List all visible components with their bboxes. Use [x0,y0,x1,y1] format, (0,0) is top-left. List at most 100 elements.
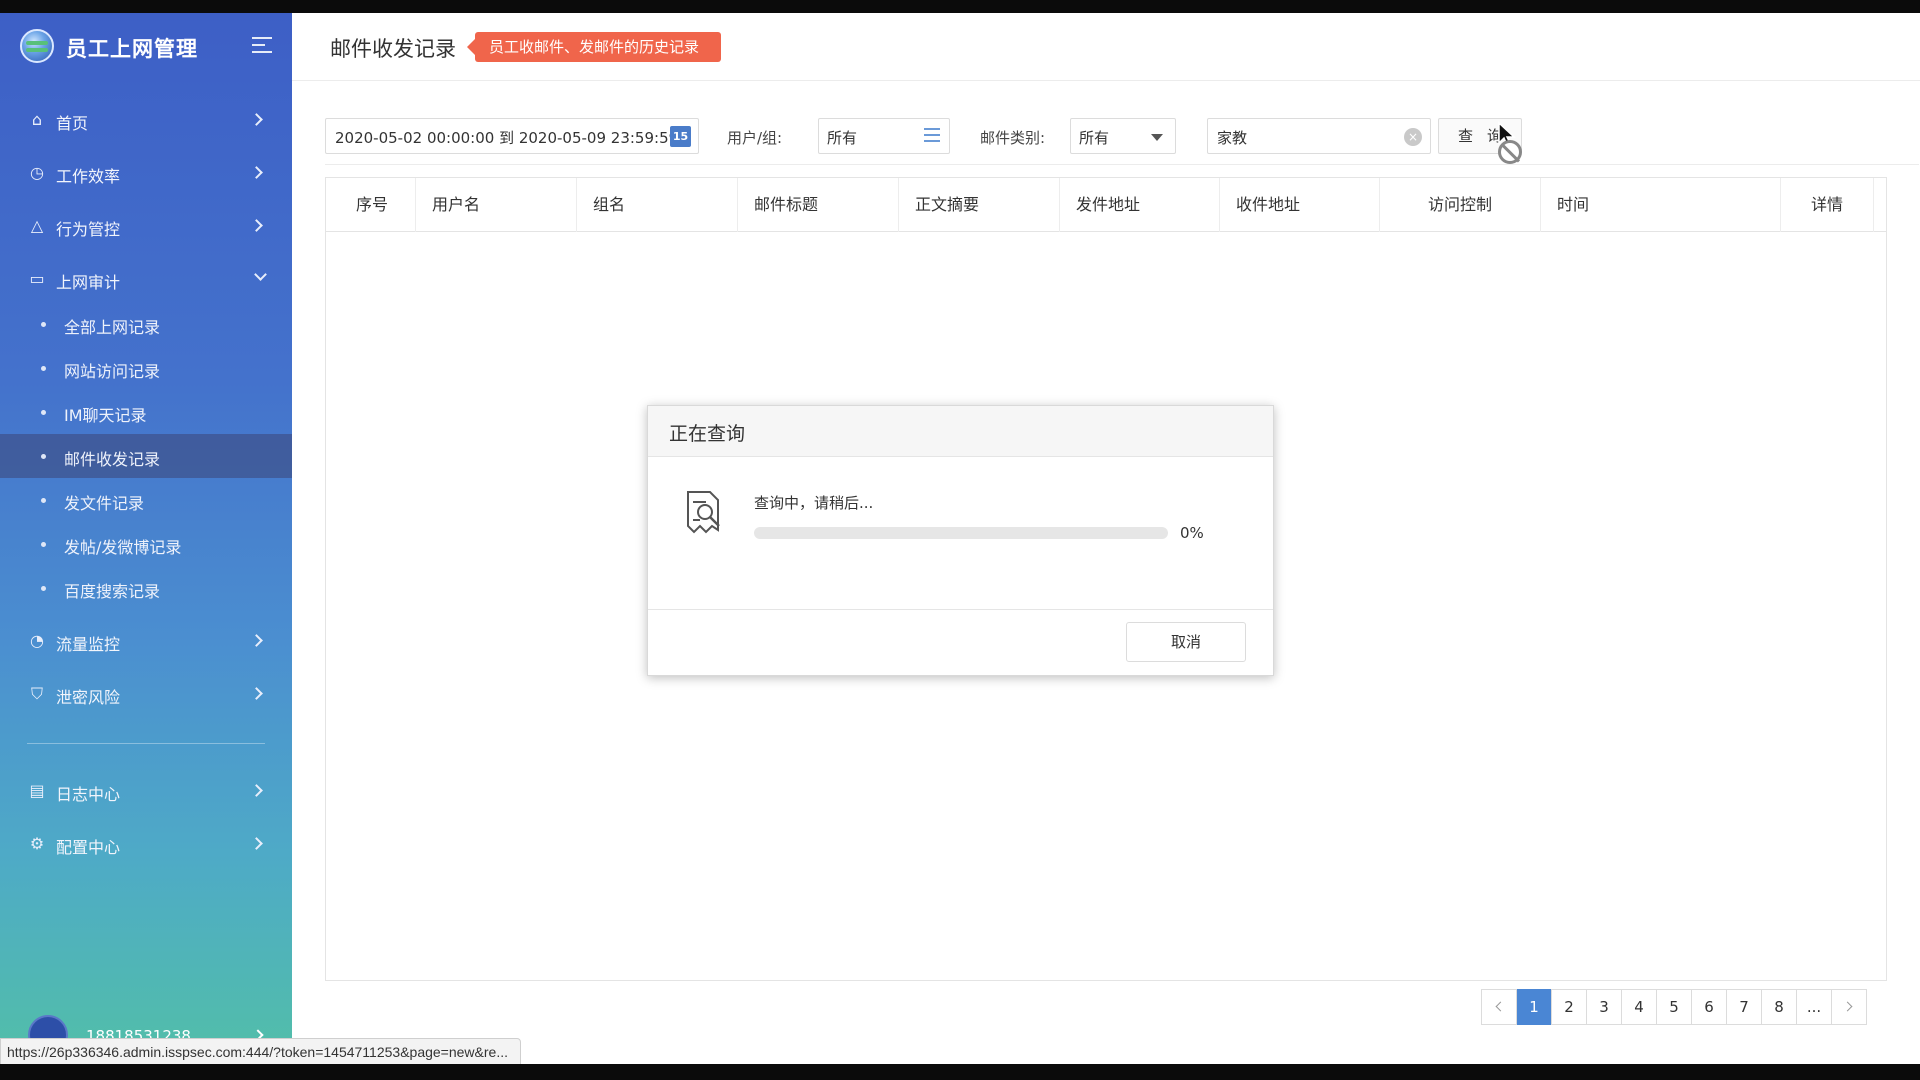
column-header[interactable]: 时间 [1541,178,1781,232]
home-icon: ⌂ [31,110,43,129]
sidebar-item-audit[interactable]: ▭ 上网审计 [0,254,292,304]
page-button[interactable]: 7 [1726,989,1762,1025]
keyword-search-input[interactable]: 家教 × [1207,118,1431,154]
column-header[interactable]: 组名 [577,178,738,232]
sidebar-subitem-label: 百度搜索记录 [64,582,161,601]
date-range-input[interactable]: 2020-05-02 00:00:00 到 2020-05-09 23:59:5… [325,118,699,154]
sidebar-item-label: 首页 [56,114,89,133]
table-header: 序号 用户名 组名 邮件标题 正文摘要 发件地址 收件地址 访问控制 时间 详情 [326,178,1886,232]
user-group-label: 用户/组: [727,129,783,147]
shield-icon: ⛉ [30,684,43,703]
column-header[interactable]: 用户名 [416,178,577,232]
filter-bar: 2020-05-02 00:00:00 到 2020-05-09 23:59:5… [292,81,1920,165]
chevron-right-icon [250,687,263,700]
sidebar-item-traffic[interactable]: ◔ 流量监控 [0,616,292,666]
window-top-bar [0,0,1920,13]
page-button[interactable]: 2 [1551,989,1587,1025]
bullet-icon [41,542,46,547]
status-url: https://26p336346.admin.isspsec.com:444/… [0,1038,521,1066]
column-header[interactable]: 访问控制 [1380,178,1541,232]
column-header[interactable]: 正文摘要 [899,178,1060,232]
sidebar-subitem-posts[interactable]: 发帖/发微博记录 [0,522,292,566]
chevron-down-icon [254,268,267,281]
sidebar-subitem-label: 邮件收发记录 [64,450,161,469]
bullet-icon [41,454,46,459]
sidebar-item-behavior-control[interactable]: △ 行为管控 [0,201,292,251]
sidebar-item-efficiency[interactable]: ◷ 工作效率 [0,148,292,198]
chevron-right-icon [250,634,263,647]
sidebar-subitem-file-send[interactable]: 发文件记录 [0,478,292,522]
page-button[interactable]: 6 [1691,989,1727,1025]
not-allowed-icon [1498,140,1522,164]
triangle-icon: △ [30,216,44,235]
sidebar-subitem-label: IM聊天记录 [64,406,147,425]
mail-type-value: 所有 [1079,129,1110,147]
sidebar-item-log-center[interactable]: ▤ 日志中心 [0,766,292,816]
sidebar-item-label: 配置中心 [56,838,121,857]
bullet-icon [41,498,46,503]
sidebar-item-leak-risk[interactable]: ⛉ 泄密风险 [0,669,292,719]
sidebar-item-label: 行为管控 [56,220,121,239]
column-header[interactable]: 邮件标题 [738,178,899,232]
traffic-icon: ◔ [30,631,44,650]
prev-page-button[interactable] [1481,989,1517,1025]
bullet-icon [41,366,46,371]
sidebar-item-label: 流量监控 [56,635,121,654]
chevron-left-icon [1495,1001,1506,1012]
mail-type-label: 邮件类别: [980,129,1046,147]
sidebar: 员工上网管理 ⌂ 首页 ◷ 工作效率 △ 行为管控 ▭ 上网审计 全部上网记录 … [0,13,292,1064]
page-button[interactable]: 8 [1761,989,1797,1025]
column-header[interactable]: 序号 [326,178,416,232]
clear-icon[interactable]: × [1404,128,1422,146]
column-header[interactable]: 收件地址 [1220,178,1380,232]
sidebar-subitem-label: 全部上网记录 [64,318,161,337]
sidebar-item-label: 泄密风险 [56,688,121,707]
chevron-right-icon [1842,1001,1853,1012]
filter-divider [325,164,1919,165]
mail-type-select[interactable]: 所有 [1070,118,1176,154]
window-bottom-bar [0,1064,1920,1080]
user-group-select[interactable]: 所有 [818,118,950,154]
sidebar-item-label: 日志中心 [56,785,121,804]
progress-bar [754,527,1168,539]
page-button[interactable]: 5 [1656,989,1692,1025]
sidebar-item-config-center[interactable]: ⚙ 配置中心 [0,819,292,869]
gear-icon: ⚙ [29,834,45,853]
column-header[interactable]: 发件地址 [1060,178,1220,232]
sidebar-item-label: 上网审计 [56,273,121,292]
sidebar-subitem-baidu-search[interactable]: 百度搜索记录 [0,566,292,610]
user-group-value: 所有 [827,129,858,147]
sidebar-item-label: 工作效率 [56,167,121,186]
bullet-icon [41,586,46,591]
page-ellipsis[interactable]: ... [1796,989,1832,1025]
collapse-menu-icon[interactable] [252,37,272,55]
sidebar-subitem-label: 发帖/发微博记录 [64,538,182,557]
chevron-right-icon [250,113,263,126]
query-progress-dialog: 正在查询 查询中，请稍后... 0% 取消 [647,405,1274,676]
date-range-value: 2020-05-02 00:00:00 到 2020-05-09 23:59:5… [335,129,679,147]
cancel-button[interactable]: 取消 [1126,622,1246,662]
chevron-right-icon [250,784,263,797]
list-icon[interactable] [924,128,940,142]
app-title: 员工上网管理 [66,37,198,61]
pagination: 1 2 3 4 5 6 7 8 ... [1481,989,1867,1025]
clock-icon: ◷ [30,163,44,182]
calendar-icon[interactable]: 15 [670,126,691,147]
sidebar-subitem-all-records[interactable]: 全部上网记录 [0,302,292,346]
chevron-right-icon [250,166,263,179]
sidebar-item-home[interactable]: ⌂ 首页 [0,95,292,145]
chevron-right-icon [250,837,263,850]
progress-percent: 0% [1180,524,1204,542]
next-page-button[interactable] [1831,989,1867,1025]
page-button[interactable]: 3 [1586,989,1622,1025]
sidebar-subitem-web-visits[interactable]: 网站访问记录 [0,346,292,390]
dialog-title: 正在查询 [669,423,746,445]
progress-message: 查询中，请稍后... [754,494,874,512]
column-header[interactable]: 详情 [1781,178,1874,232]
sidebar-subitem-label: 网站访问记录 [64,362,161,381]
page-button[interactable]: 1 [1516,989,1552,1025]
brand: 员工上网管理 [0,13,292,73]
sidebar-subitem-im-chat[interactable]: IM聊天记录 [0,390,292,434]
sidebar-subitem-email-records[interactable]: 邮件收发记录 [0,434,292,478]
page-button[interactable]: 4 [1621,989,1657,1025]
